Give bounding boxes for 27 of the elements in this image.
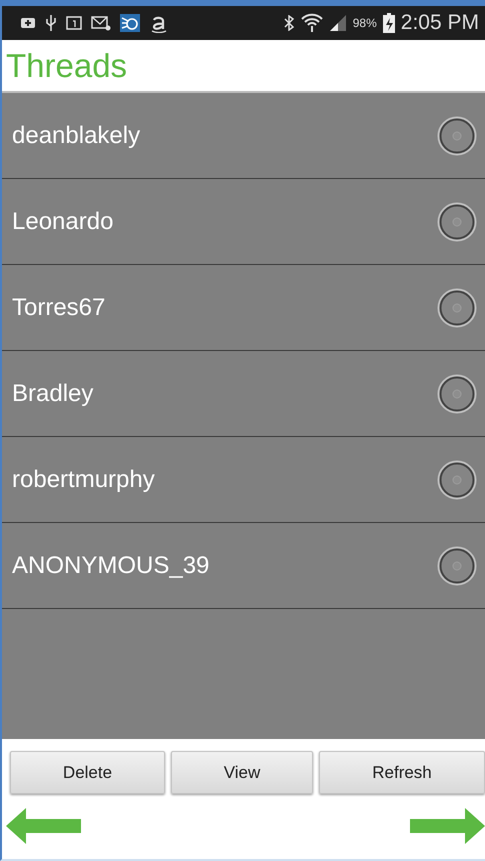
- bluetooth-icon: [282, 15, 295, 31]
- radio-button[interactable]: [437, 288, 477, 328]
- screen-title: Threads: [6, 46, 128, 84]
- wifi-icon: [300, 13, 323, 33]
- thread-item[interactable]: Torres67: [2, 265, 485, 351]
- thread-item[interactable]: deanblakely: [2, 93, 485, 179]
- radio-button[interactable]: [437, 546, 477, 586]
- action-button[interactable]: Refresh: [319, 751, 485, 794]
- mail-icon: [91, 15, 111, 31]
- thread-item[interactable]: ANONYMOUS_39: [2, 523, 485, 609]
- radio-button[interactable]: [437, 460, 477, 500]
- thread-item[interactable]: Leonardo: [2, 179, 485, 265]
- battery-percent: 98%: [352, 16, 377, 30]
- signal-icon: [328, 14, 347, 32]
- radio-button[interactable]: [437, 202, 477, 242]
- battery-icon: [382, 13, 395, 33]
- notification-icon: [20, 16, 36, 30]
- action-button[interactable]: Delete: [10, 751, 165, 794]
- clock-time: 2:05 PM: [400, 11, 479, 35]
- action-button[interactable]: View: [171, 751, 313, 794]
- thread-item[interactable]: Bradley: [2, 351, 485, 437]
- thread-item[interactable]: robertmurphy: [2, 437, 485, 523]
- radio-button[interactable]: [437, 116, 477, 156]
- app-icon: [120, 14, 140, 32]
- usb-icon: [45, 14, 57, 32]
- radio-button[interactable]: [437, 374, 477, 414]
- calendar-icon: [66, 15, 82, 31]
